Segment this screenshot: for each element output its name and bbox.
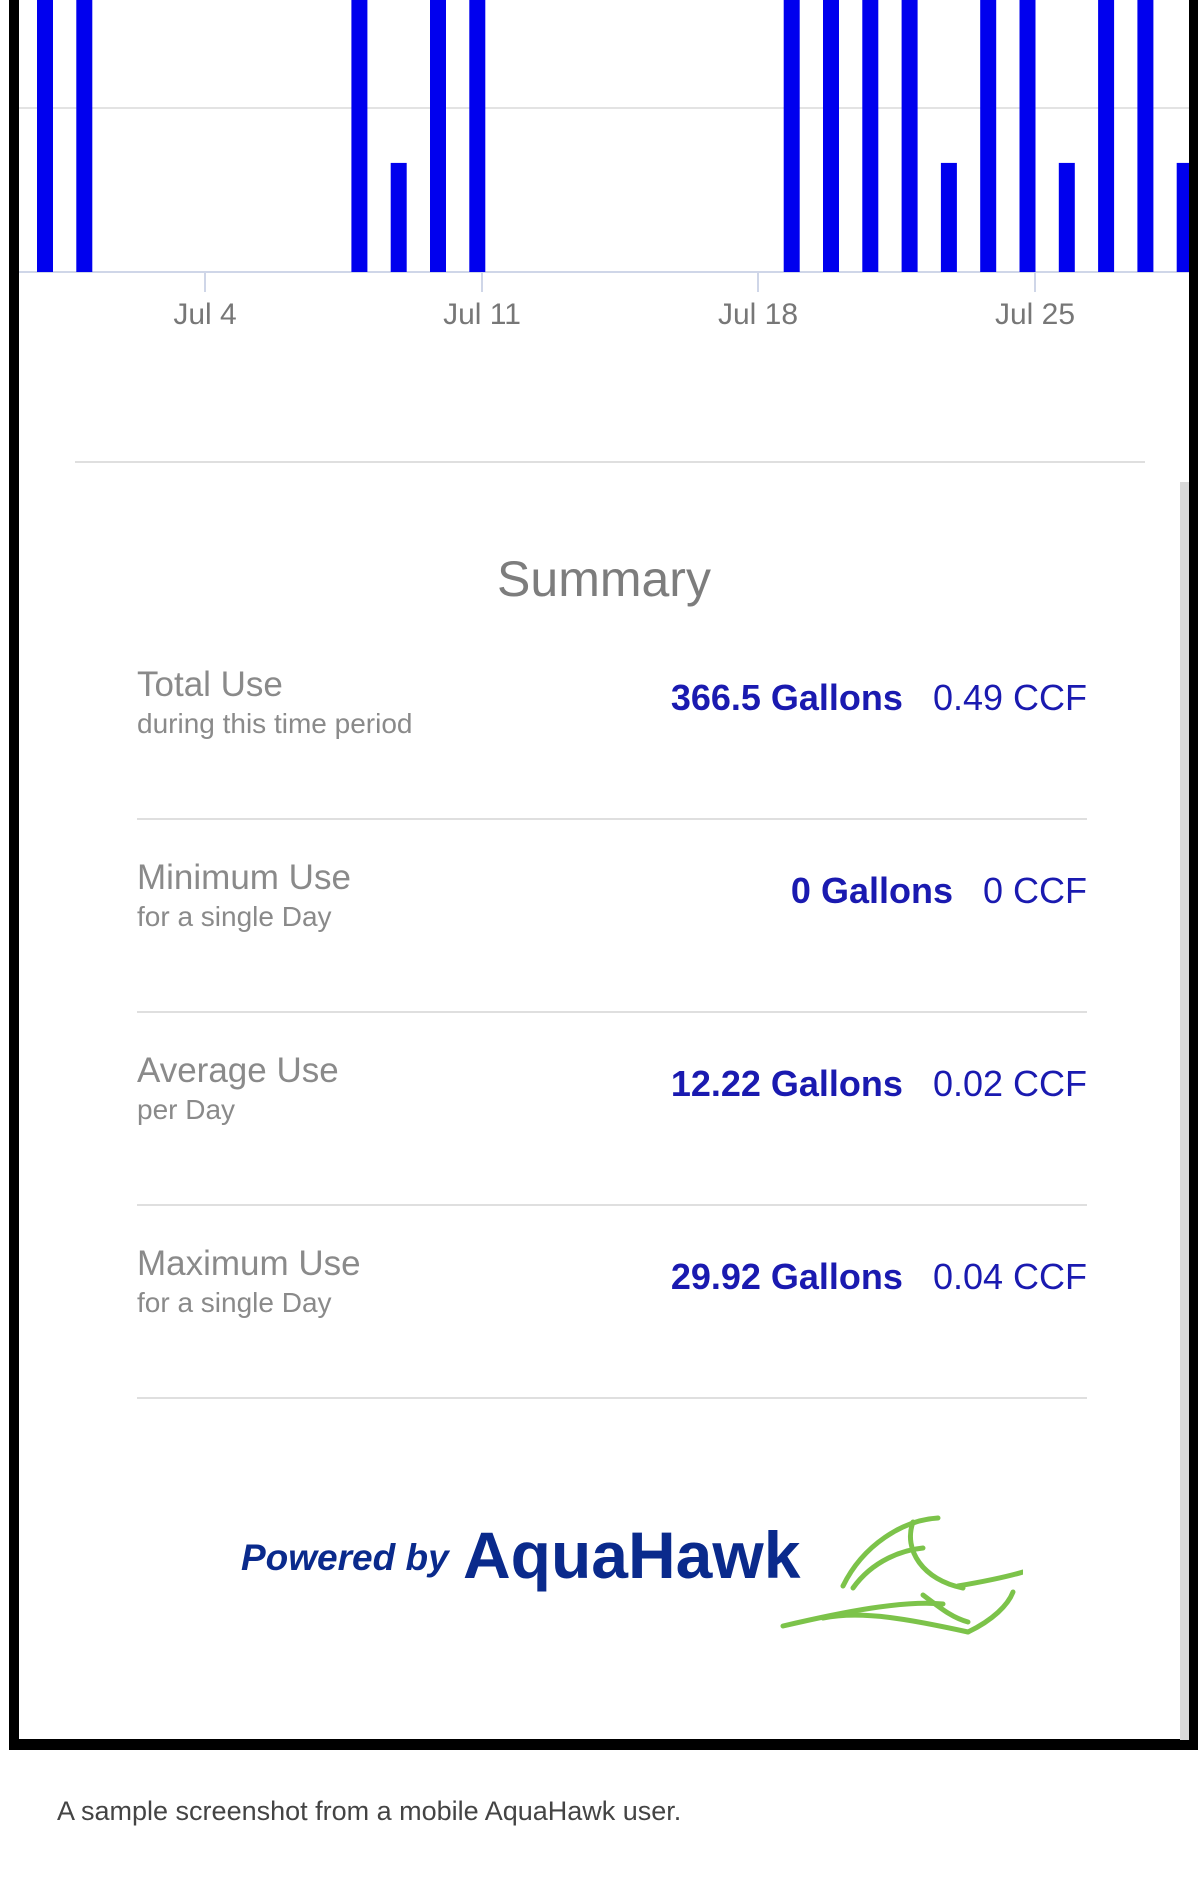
gallons-value: 12.22 Gallons — [670, 1063, 903, 1104]
ccf-value: 0 CCF — [982, 870, 1087, 911]
row-sublabel: during this time period — [137, 708, 413, 739]
row-sublabel: per Day — [137, 1094, 236, 1125]
gallons-value: 29.92 Gallons — [670, 1256, 903, 1297]
usage-bar[interactable] — [1058, 162, 1075, 272]
powered-by-text: Powered by — [241, 1537, 451, 1578]
usage-bar[interactable] — [430, 0, 446, 272]
gallons-value: 366.5 Gallons — [670, 677, 903, 718]
usage-bar[interactable] — [980, 0, 997, 272]
row-sublabel: for a single Day — [137, 901, 332, 932]
phone-screen: Jul 4 Jul 11 Jul 18 Jul 25 Summary Total Us… — [9, 0, 1198, 1750]
ccf-value: 0.04 CCF — [932, 1256, 1087, 1297]
usage-bar[interactable] — [1137, 0, 1154, 272]
usage-bar[interactable] — [901, 0, 918, 272]
usage-bar[interactable] — [1176, 162, 1189, 272]
row-label: Average Use — [137, 1051, 339, 1090]
usage-bar[interactable] — [390, 162, 407, 272]
row-values: 0 Gallons 0 CCF — [791, 870, 1087, 912]
usage-bar[interactable] — [862, 0, 879, 272]
hawk-icon — [780, 1515, 1023, 1635]
summary-title: Summary — [497, 551, 711, 607]
daily-usage-chart: Jul 4 Jul 11 Jul 18 Jul 25 — [19, 0, 1189, 331]
section-divider — [75, 461, 1145, 463]
summary-row-total: Total Use during this time period 366.5 … — [137, 627, 1087, 820]
row-label: Total Use — [137, 665, 283, 704]
usage-bar[interactable] — [940, 162, 957, 272]
usage-bar[interactable] — [823, 0, 839, 272]
powered-by-aquahawk-logo: Powered by AquaHawk — [241, 1515, 1023, 1635]
image-caption: A sample screenshot from a mobile AquaHa… — [57, 1796, 682, 1826]
x-tick-label: Jul 11 — [443, 298, 521, 331]
row-values: 12.22 Gallons 0.02 CCF — [671, 1063, 1087, 1105]
row-values: 29.92 Gallons 0.04 CCF — [671, 1256, 1087, 1298]
scrollbar[interactable] — [1180, 482, 1189, 1740]
usage-bar[interactable] — [37, 0, 53, 272]
usage-bar[interactable] — [1098, 0, 1115, 272]
usage-bar[interactable] — [783, 0, 800, 272]
ccf-value: 0.49 CCF — [932, 677, 1087, 718]
usage-bar[interactable] — [469, 0, 486, 272]
usage-bar[interactable] — [76, 0, 93, 272]
x-tick-label: Jul 25 — [995, 298, 1075, 331]
summary-row-average: Average Use per Day 12.22 Gallons 0.02 CC… — [137, 1013, 1087, 1206]
row-label: Minimum Use — [137, 858, 351, 897]
x-tick-label: Jul 18 — [718, 298, 798, 331]
row-sublabel: for a single Day — [137, 1287, 332, 1318]
row-label: Maximum Use — [137, 1244, 361, 1283]
brand-name-text: AquaHawk — [463, 1518, 801, 1592]
usage-bar[interactable] — [1019, 0, 1036, 272]
summary-row-maximum: Maximum Use for a single Day 29.92 Gallo… — [137, 1206, 1087, 1399]
x-tick-label: Jul 4 — [173, 298, 236, 331]
row-values: 366.5 Gallons 0.49 CCF — [671, 677, 1087, 719]
usage-bar[interactable] — [351, 0, 368, 272]
gallons-value: 0 Gallons — [790, 870, 953, 911]
ccf-value: 0.02 CCF — [932, 1063, 1087, 1104]
summary-row-minimum: Minimum Use for a single Day 0 Gallons 0 … — [137, 820, 1087, 1013]
